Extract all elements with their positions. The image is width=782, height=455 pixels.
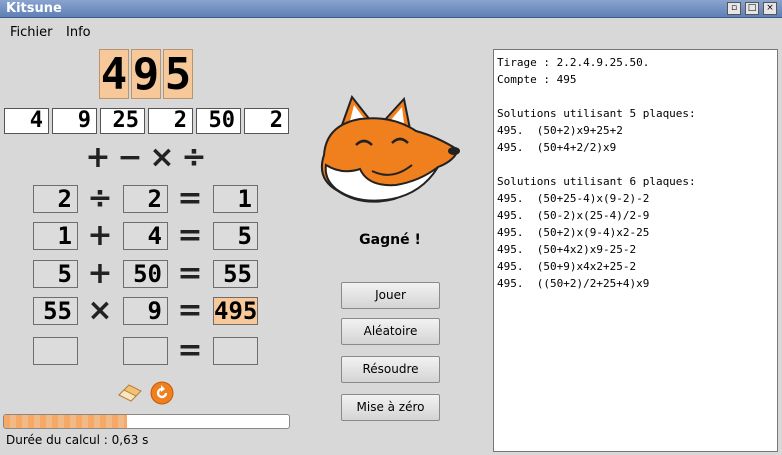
step-operator[interactable]: + [87,221,113,251]
step-operator[interactable]: ÷ [87,184,113,214]
equals-sign: = [177,333,203,368]
equals-sign: = [177,293,203,328]
solution-line: 495. (50+4+2/2)x9 [497,141,617,154]
calculation-progress-bar [3,414,290,429]
step-operand-right[interactable]: 4 [123,222,168,250]
step-operand-left[interactable]: 2 [33,185,78,213]
target-digit: 9 [131,49,161,100]
minus-operator-button[interactable]: − [117,143,143,173]
fox-mascot-image [312,94,462,210]
solution-line: Compte : 495 [497,73,577,86]
equals-sign: = [177,256,203,291]
progress-fill [4,415,127,428]
equals-sign: = [177,218,203,253]
step-operand-right[interactable]: 50 [123,260,168,288]
solve-button[interactable]: Résoudre [341,356,440,383]
solution-line: 495. (50+2)x(9-4)x2-25 [497,226,650,239]
result-message: Gagné ! [359,232,421,248]
plate[interactable]: 2 [148,108,193,134]
plate[interactable]: 25 [100,108,145,134]
step-operand-left[interactable] [33,337,78,365]
solution-line: 495. (50-2)x(25-4)/2-9 [497,209,650,222]
target-digit: 4 [99,49,129,100]
reset-button[interactable]: Mise à zéro [341,394,440,421]
step-operand-right[interactable]: 9 [123,297,168,325]
divide-operator-button[interactable]: ÷ [181,143,207,173]
undo-icon[interactable] [150,381,174,408]
solution-line [497,88,774,105]
random-button[interactable]: Aléatoire [341,318,440,345]
solutions-text-panel[interactable]: Tirage : 2.2.4.9.25.50. Compte : 495 Solut… [493,49,778,452]
solution-line: 495. (50+9)x4x2+25-2 [497,260,637,273]
solution-line: Solutions utilisant 6 plaques: [497,175,696,188]
eraser-icon[interactable] [117,381,143,406]
plate[interactable]: 4 [4,108,49,134]
close-button[interactable]: × [763,2,777,15]
solution-line: 495. (50+2)x9+25+2 [497,124,623,137]
target-digit: 5 [163,49,193,100]
step-operand-right[interactable]: 2 [123,185,168,213]
solution-line: Solutions utilisant 5 plaques: [497,107,696,120]
step-operand-left[interactable]: 5 [33,260,78,288]
minimize-button[interactable]: ▫ [727,2,741,15]
plate[interactable]: 50 [196,108,241,134]
calculation-duration: Durée du calcul : 0,63 s [6,433,149,447]
menu-bar: Fichier Info [0,19,782,45]
step-result: 1 [213,185,258,213]
play-button[interactable]: Jouer [341,282,440,309]
step-operator[interactable] [87,338,113,364]
step-result: 5 [213,222,258,250]
equals-sign: = [177,181,203,216]
step-operand-left[interactable]: 1 [33,222,78,250]
step-result: 495 [213,297,258,325]
window-title-bar: Kitsune ▫ □ × [0,0,782,18]
times-operator-button[interactable]: × [149,143,175,173]
menu-fichier[interactable]: Fichier [10,25,53,40]
solution-line: Tirage : 2.2.4.9.25.50. [497,56,650,69]
step-operator[interactable]: + [87,259,113,289]
plus-operator-button[interactable]: + [85,143,111,173]
plate[interactable]: 9 [52,108,97,134]
solution-line: 495. (50+4x2)x9-25-2 [497,243,637,256]
step-operand-right[interactable] [123,337,168,365]
step-result: 55 [213,260,258,288]
solution-line [497,156,774,173]
step-operator[interactable]: × [87,296,113,326]
solution-line: 495. ((50+2)/2+25+4)x9 [497,277,650,290]
window-title: Kitsune [6,1,62,16]
maximize-button[interactable]: □ [745,2,759,15]
step-result [213,337,258,365]
step-operand-left[interactable]: 55 [33,297,78,325]
plate[interactable]: 2 [244,108,289,134]
solution-line: 495. (50+25-4)x(9-2)-2 [497,192,650,205]
menu-info[interactable]: Info [66,25,91,40]
